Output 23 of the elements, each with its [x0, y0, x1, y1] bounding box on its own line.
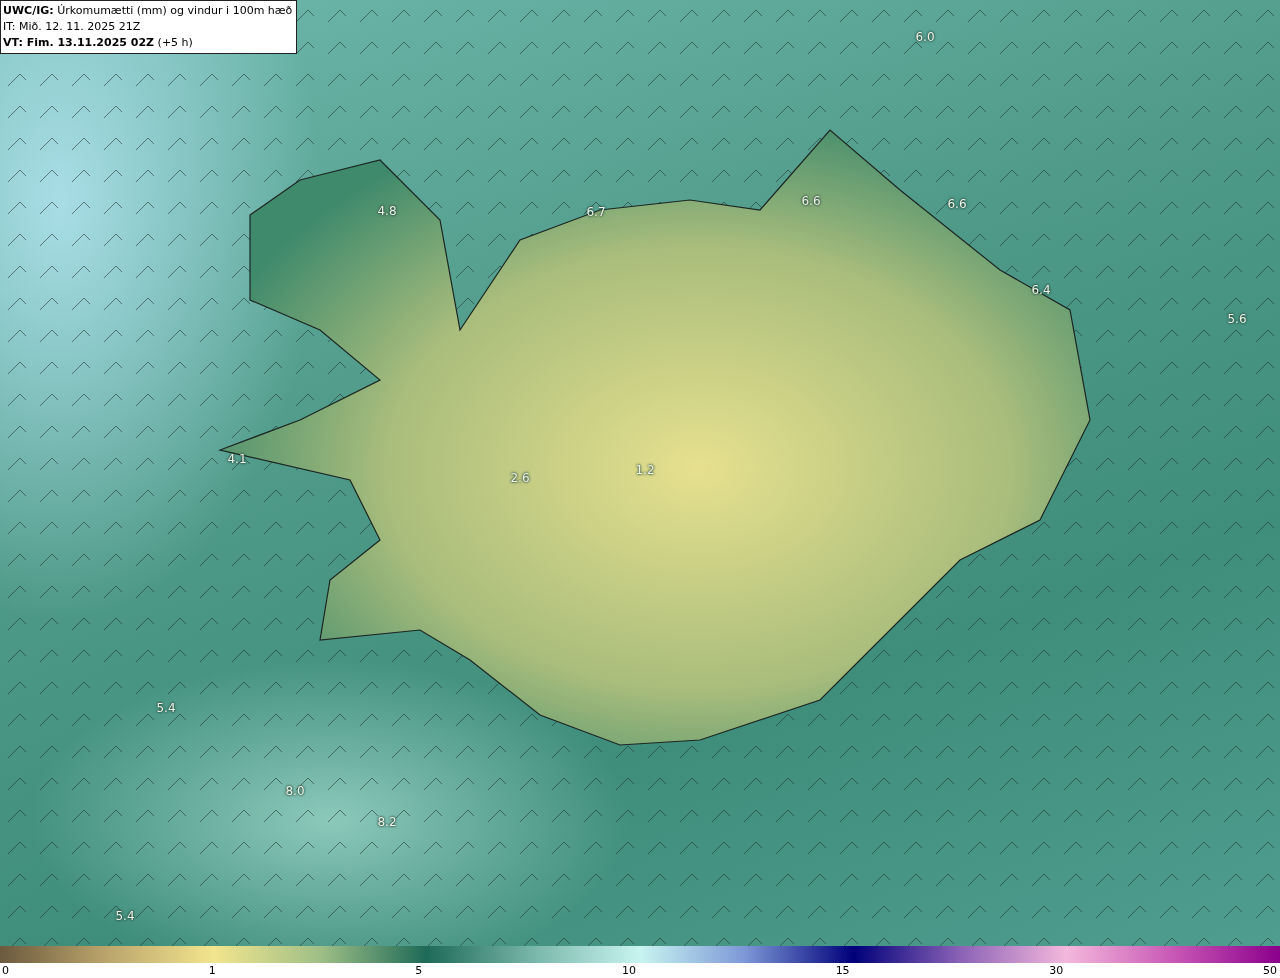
map-value-label: 4.8 — [377, 204, 397, 218]
map-value-label: 8.0 — [285, 784, 305, 798]
product-title: UWC/IG: Úrkomumætti (mm) og vindur i 100m hæð — [3, 3, 293, 19]
scale-tick-label: 1 — [208, 963, 216, 978]
scale-tick-label: 0 — [2, 963, 9, 978]
map-value-label: 2.6 — [510, 471, 530, 485]
map-value-label: 4.1 — [227, 452, 247, 466]
scale-tick-label: 15 — [835, 963, 850, 978]
scale-tick-label: 10 — [621, 963, 636, 978]
map-value-label: 6.4 — [1031, 283, 1051, 297]
map-value-label: 6.6 — [801, 194, 821, 208]
map-value-label: 1.2 — [635, 463, 655, 477]
map-value-label: 6.6 — [947, 197, 967, 211]
scale-tick-label: 5 — [415, 963, 423, 978]
scale-tick-label: 50 — [1262, 963, 1277, 978]
map-value-label: 5.4 — [115, 909, 135, 923]
map-value-label: 6.0 — [915, 30, 935, 44]
scale-tick-label: 30 — [1049, 963, 1064, 978]
map-value-label: 5.4 — [156, 701, 176, 715]
map-value-label: 5.6 — [1227, 312, 1247, 326]
map-value-label: 8.2 — [377, 815, 397, 829]
valid-time: VT: Fim. 13.11.2025 02Z (+5 h) — [3, 35, 194, 51]
initial-time: IT: Mið. 12. 11. 2025 21Z — [3, 19, 142, 35]
